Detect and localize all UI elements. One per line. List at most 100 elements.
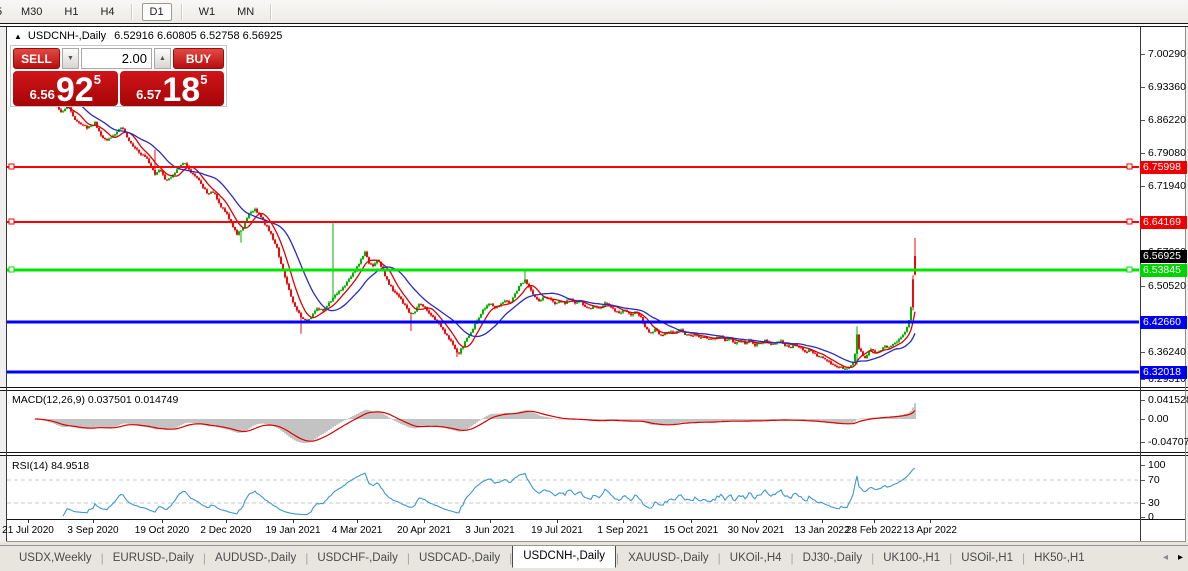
- candle-body: [328, 302, 330, 306]
- macd-histogram-bar: [312, 419, 314, 441]
- macd-histogram-bar: [486, 415, 488, 419]
- macd-histogram-bar: [182, 419, 184, 425]
- macd-histogram-bar: [246, 419, 248, 431]
- candle-body: [286, 277, 288, 284]
- tab-audusd-daily[interactable]: AUDUSD-,Daily: [206, 549, 305, 567]
- candle-body: [244, 222, 246, 228]
- macd-histogram-bar: [126, 419, 128, 424]
- level-line-anchor[interactable]: [1126, 218, 1133, 225]
- tabs-scroll-left-icon[interactable]: ◂: [1158, 550, 1173, 565]
- timeframe-m30[interactable]: M30: [14, 3, 49, 21]
- candle-body: [886, 345, 888, 348]
- chart-collapse-icon[interactable]: ▲: [14, 32, 22, 41]
- tab-usdchf-daily[interactable]: USDCHF-,Daily: [308, 549, 407, 567]
- candle-body: [830, 361, 832, 364]
- macd-tick-mark: [1141, 441, 1145, 443]
- main-macd-separator[interactable]: [0, 387, 1188, 391]
- macd-histogram-bar: [860, 418, 862, 419]
- date-tick-mark: [691, 520, 692, 523]
- candle-body: [536, 297, 538, 300]
- candle-body: [508, 301, 510, 303]
- candle-body: [540, 300, 542, 302]
- macd-histogram-bar: [120, 419, 122, 425]
- volume-decrease-button[interactable]: ▼: [62, 48, 79, 69]
- tab-hk50-h1[interactable]: HK50-,H1: [1025, 549, 1094, 567]
- candle-body: [64, 108, 66, 112]
- candle-body: [516, 291, 518, 294]
- level-line-anchor[interactable]: [8, 266, 15, 273]
- tab-dj30-daily[interactable]: DJ30-,Daily: [794, 549, 871, 567]
- tab-usdcnh-daily[interactable]: USDCNH-,Daily: [512, 546, 617, 568]
- candle-body: [910, 307, 912, 320]
- tab-usdx-weekly[interactable]: USDX,Weekly: [10, 549, 101, 567]
- level-line-anchor[interactable]: [1126, 163, 1133, 170]
- macd-rsi-separator[interactable]: [0, 452, 1188, 456]
- chevron-up-icon: ▲: [159, 55, 166, 62]
- rsi-tick-mark: [1141, 464, 1145, 466]
- candle-body: [860, 348, 862, 352]
- macd-histogram-bar: [476, 419, 478, 423]
- date-tick-mark: [930, 520, 931, 523]
- level-line-anchor[interactable]: [8, 218, 15, 225]
- rsi-tick-mark: [1141, 516, 1145, 518]
- macd-histogram-bar: [376, 411, 378, 419]
- candle-body: [622, 310, 624, 313]
- macd-histogram-bar: [854, 419, 856, 422]
- volume-input[interactable]: [81, 48, 152, 69]
- candle-body: [418, 304, 420, 308]
- candle-body: [202, 183, 204, 188]
- macd-histogram-bar: [332, 419, 334, 428]
- buy-price-quote[interactable]: 6.57 18 5: [119, 71, 224, 107]
- macd-histogram-bar: [538, 415, 540, 419]
- macd-histogram-bar: [690, 419, 692, 423]
- macd-histogram-bar: [94, 419, 96, 428]
- tabs-scroll-right-icon[interactable]: ▸: [1173, 550, 1188, 565]
- price-axis[interactable]: 7.002906.933606.862206.790806.719406.576…: [1140, 0, 1188, 545]
- candle-body: [442, 327, 444, 330]
- candle-body: [432, 315, 434, 317]
- timeframe-5[interactable]: 5: [0, 3, 6, 21]
- candle-body: [294, 302, 296, 307]
- date-tick-mark: [557, 520, 558, 523]
- tab-xauusd-daily[interactable]: XAUUSD-,Daily: [619, 549, 718, 567]
- level-line-anchor[interactable]: [1126, 266, 1133, 273]
- macd-histogram-bar: [336, 419, 338, 425]
- macd-histogram-bar: [388, 417, 390, 419]
- macd-histogram-bar: [278, 419, 280, 430]
- timeframe-h1[interactable]: H1: [57, 3, 85, 21]
- candle-body: [786, 345, 788, 347]
- macd-histogram-bar: [386, 415, 388, 419]
- sell-price-quote[interactable]: 6.56 92 5: [13, 71, 118, 107]
- tab-ukoil-h4[interactable]: UKOil-,H4: [721, 549, 791, 567]
- timeframe-h4[interactable]: H4: [93, 3, 121, 21]
- tab-uk100-h1[interactable]: UK100-,H1: [874, 549, 949, 567]
- tab-usdcad-daily[interactable]: USDCAD-,Daily: [410, 549, 509, 567]
- tab-eurusd-daily[interactable]: EURUSD-,Daily: [104, 549, 203, 567]
- timeframe-w1[interactable]: W1: [192, 3, 223, 21]
- macd-histogram-bar: [488, 414, 490, 419]
- candle-body: [452, 340, 454, 345]
- candle-body: [300, 313, 302, 318]
- macd-histogram-bar: [100, 419, 102, 428]
- candle-body: [896, 341, 898, 343]
- timeframe-d1[interactable]: D1: [141, 2, 172, 21]
- candle-body: [274, 239, 276, 244]
- candle-body: [456, 348, 458, 353]
- macd-histogram-bar: [244, 419, 246, 432]
- timeframe-mn[interactable]: MN: [230, 3, 261, 21]
- level-line-anchor[interactable]: [8, 163, 15, 170]
- macd-histogram-bar: [328, 419, 330, 431]
- buy-button[interactable]: BUY: [173, 48, 224, 69]
- candle-body: [74, 116, 76, 120]
- macd-histogram-bar: [288, 419, 290, 437]
- tab-usoil-h1[interactable]: USOil-,H1: [952, 549, 1022, 567]
- sell-button[interactable]: SELL: [13, 48, 60, 69]
- one-click-trade-panel: SELL ▼ ▲ BUY 6.56 92 5 6.57 18 5: [10, 45, 227, 107]
- candle-body: [828, 360, 830, 362]
- date-axis[interactable]: 21 Jul 2020 3 Sep 2020 19 Oct 2020 2 Dec 20…: [2, 520, 1140, 541]
- buy-price-prefix: 6.57: [136, 87, 162, 102]
- volume-increase-button[interactable]: ▲: [154, 48, 171, 69]
- candle-body: [904, 331, 906, 335]
- candle-body: [726, 339, 728, 342]
- candle-body: [644, 323, 646, 327]
